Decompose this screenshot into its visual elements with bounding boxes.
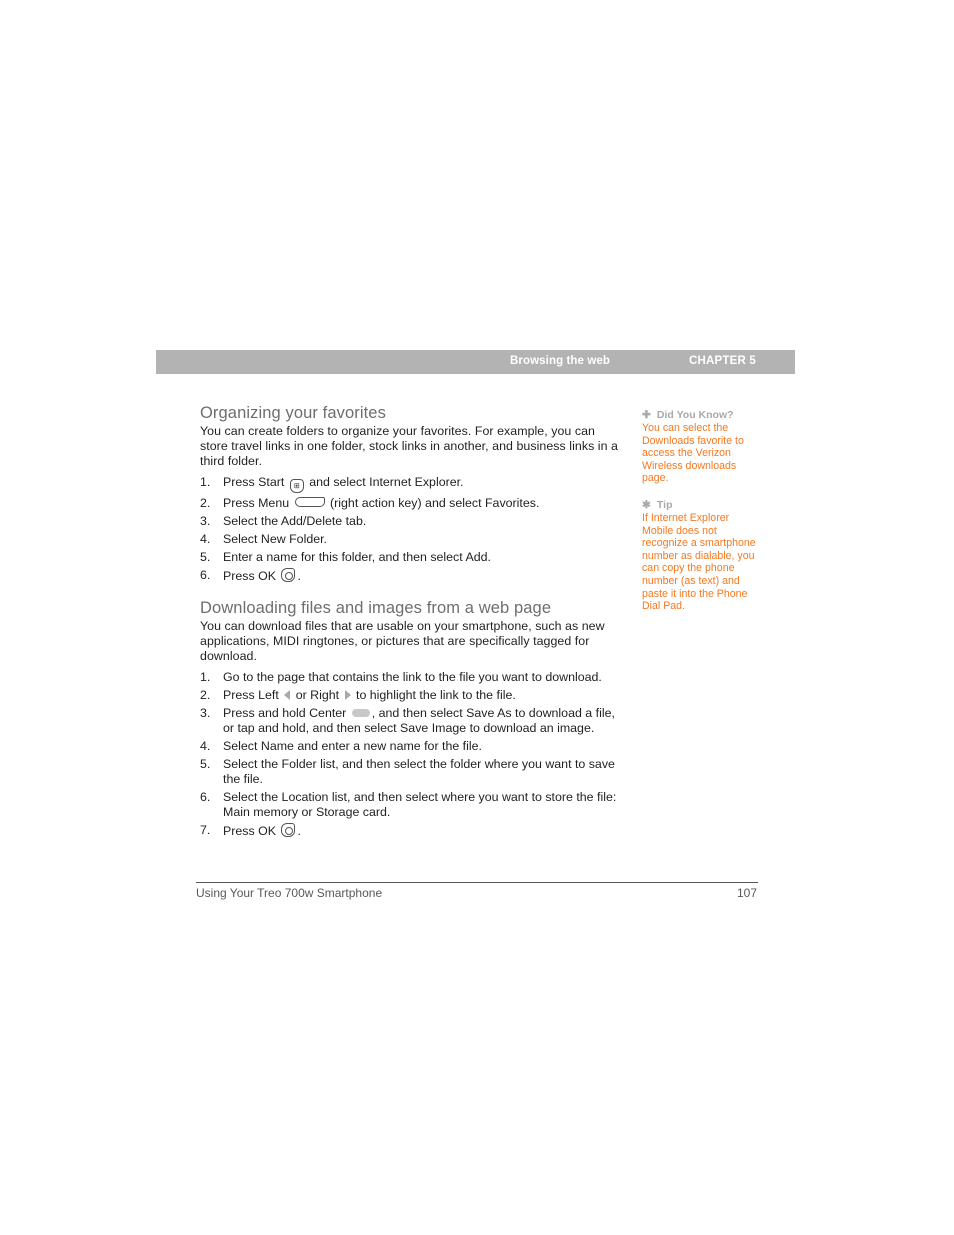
footer-book-title: Using Your Treo 700w Smartphone [196, 886, 383, 900]
step-text: (right action key) and select Favorites. [330, 496, 540, 510]
step-number: 3. [200, 514, 211, 528]
step-text: Select the Folder list, and then select … [223, 757, 615, 786]
step-text: Press and hold Center [223, 706, 347, 720]
menu-key-icon [294, 497, 325, 507]
footer-divider [196, 882, 758, 883]
step-item: 4. Select Name and enter a new name for … [200, 739, 625, 754]
step-number: 4. [200, 532, 211, 546]
step-text: Enter a name for this folder, and then s… [223, 550, 491, 564]
step-number: 6. [200, 568, 211, 582]
step-text: Select New Folder. [223, 532, 327, 546]
step-number: 1. [200, 475, 211, 489]
step-text: Select the Add/Delete tab. [223, 514, 367, 528]
step-text: . [297, 824, 301, 838]
section-intro: You can download files that are usable o… [200, 619, 605, 663]
step-item: 3. Press and hold Center , and then sele… [200, 706, 625, 736]
ok-key-icon [281, 823, 296, 837]
step-item: 1. Press Start ⊞ and select Internet Exp… [200, 475, 625, 493]
step-text: or Right [295, 688, 340, 702]
step-text: Press Left [223, 688, 279, 702]
note-body: You can select the Downloads favorite to… [642, 422, 744, 485]
note-heading-text: Tip [656, 499, 673, 511]
section-downloading-files: Downloading files and images from a web … [200, 597, 625, 839]
steps-list: 1. Go to the page that contains the link… [200, 670, 625, 839]
did-you-know-note: ✚ Did You Know? You can select the Downl… [642, 408, 760, 485]
step-item: 2. Press Menu (right action key) and sel… [200, 496, 625, 511]
section-heading: Organizing your favorites [200, 404, 386, 422]
header-chapter-label: CHAPTER 5 [689, 355, 756, 367]
note-heading-text: Did You Know? [656, 409, 734, 421]
step-text: Select Name and enter a new name for the… [223, 739, 482, 753]
step-item: 4. Select New Folder. [200, 532, 625, 547]
step-number: 6. [200, 790, 211, 804]
step-text: Go to the page that contains the link to… [223, 670, 602, 684]
step-number: 5. [200, 757, 211, 771]
right-arrow-key-icon [344, 690, 351, 700]
steps-list: 1. Press Start ⊞ and select Internet Exp… [200, 475, 625, 584]
note-body: If Internet Explorer Mobile does not rec… [642, 512, 756, 613]
step-text: to highlight the link to the file. [356, 688, 516, 702]
step-item: 6. Press OK . [200, 568, 625, 584]
step-text: Press Menu [223, 496, 290, 510]
step-item: 7. Press OK . [200, 823, 625, 839]
section-heading: Downloading files and images from a web … [200, 599, 552, 617]
step-text: and select Internet Explorer. [309, 475, 464, 489]
step-item: 6. Select the Location list, and then se… [200, 790, 625, 820]
step-item: 2. Press Left or Right to highlight the … [200, 688, 625, 703]
step-item: 5. Select the Folder list, and then sele… [200, 757, 625, 787]
section-intro: You can create folders to organize your … [200, 424, 618, 468]
step-text: Press Start [223, 475, 285, 489]
step-number: 4. [200, 739, 211, 753]
tip-note: ✱ Tip If Internet Explorer Mobile does n… [642, 498, 760, 613]
plus-icon: ✚ [642, 409, 651, 421]
step-number: 7. [200, 823, 211, 837]
step-item: 1. Go to the page that contains the link… [200, 670, 625, 685]
ok-key-icon [281, 568, 296, 582]
asterisk-icon: ✱ [642, 499, 651, 511]
step-number: 5. [200, 550, 211, 564]
step-text: Press OK [223, 824, 277, 838]
step-number: 2. [200, 688, 211, 702]
note-heading: ✚ Did You Know? [642, 408, 760, 422]
footer-page-number: 107 [737, 886, 758, 900]
note-heading: ✱ Tip [642, 498, 760, 512]
step-text: Press OK [223, 569, 277, 583]
start-key-icon: ⊞ [289, 479, 304, 493]
header-section-title: Browsing the web [510, 355, 610, 367]
step-item: 5. Enter a name for this folder, and the… [200, 550, 625, 565]
section-organizing-favorites: Organizing your favorites You can create… [200, 402, 625, 584]
step-text: . [297, 569, 301, 583]
left-arrow-key-icon [284, 690, 291, 700]
center-key-icon [351, 709, 370, 717]
main-content: Organizing your favorites You can create… [200, 402, 625, 842]
step-number: 2. [200, 496, 211, 510]
step-number: 3. [200, 706, 211, 720]
step-number: 1. [200, 670, 211, 684]
step-item: 3. Select the Add/Delete tab. [200, 514, 625, 529]
step-text: Select the Location list, and then selec… [223, 790, 617, 819]
